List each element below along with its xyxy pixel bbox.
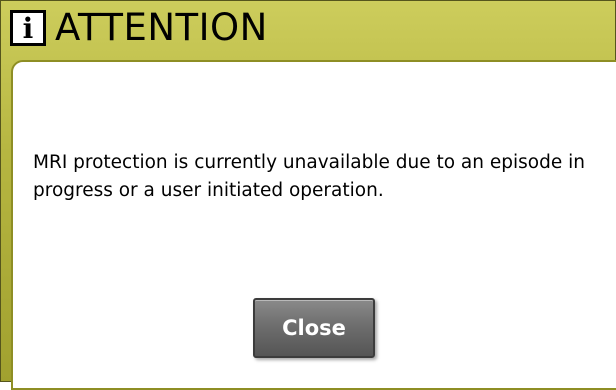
dialog-message: MRI protection is currently unavailable … [33, 152, 585, 201]
dialog-content: MRI protection is currently unavailable … [11, 60, 616, 390]
info-icon: i [10, 10, 46, 46]
dialog-titlebar: i ATTENTION [1, 1, 615, 61]
attention-dialog: i ATTENTION MRI protection is currently … [0, 0, 616, 390]
close-button[interactable]: Close [253, 298, 375, 358]
dialog-title: ATTENTION [55, 6, 268, 49]
